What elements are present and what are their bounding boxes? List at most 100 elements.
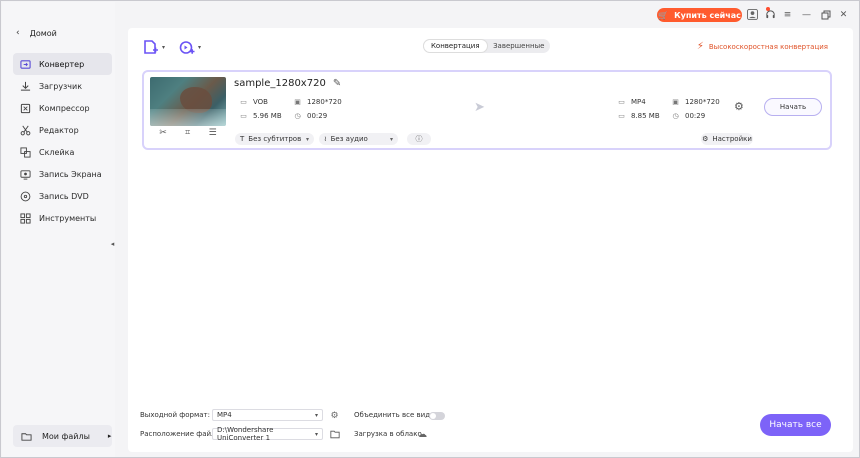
sidebar-item-screen-record[interactable]: Запись Экрана — [13, 163, 112, 185]
home-label: Домой — [29, 28, 57, 38]
target-format: ▭ MP4 — [617, 98, 646, 106]
sidebar-item-label: Редактор — [39, 125, 79, 135]
resolution-icon: ▣ — [672, 98, 679, 106]
settings-label: Настройки — [712, 135, 752, 143]
sidebar-item-editor[interactable]: Редактор — [13, 119, 112, 141]
minimize-icon[interactable]: — — [801, 9, 812, 20]
file-card[interactable]: ✂ ⌗ ☰ sample_1280x720 ✎ ▭ VOB ▣ 1280*720… — [142, 70, 832, 150]
add-media-button[interactable]: ▾ — [179, 40, 201, 55]
sidebar-item-compressor[interactable]: Компрессор — [13, 97, 112, 119]
sidebar: ‹ Домой Конвертер Загрузчик Компрессор Р… — [2, 2, 115, 457]
target-size-value: 8.85 MB — [631, 112, 660, 120]
output-settings-icon[interactable]: ⚙ — [734, 100, 748, 114]
sidebar-item-merge[interactable]: Склейка — [13, 141, 112, 163]
sidebar-item-converter[interactable]: Конвертер — [13, 53, 112, 75]
converter-icon — [20, 59, 31, 70]
sidebar-item-label: Конвертер — [39, 59, 85, 69]
downloader-icon — [20, 81, 31, 92]
source-duration-value: 00:29 — [307, 112, 328, 120]
buy-now-label: Купить сейчас — [674, 10, 741, 20]
source-size-value: 5.96 MB — [253, 112, 282, 120]
audio-dropdown[interactable]: ≀ Без аудио ▾ — [319, 133, 398, 145]
start-button[interactable]: Начать — [764, 98, 822, 116]
buy-now-button[interactable]: 🛒 Купить сейчас — [657, 8, 742, 22]
target-duration-value: 00:29 — [685, 112, 706, 120]
settings-button[interactable]: ⚙ Настройки — [701, 133, 753, 145]
target-resolution: ▣ 1280*720 — [671, 98, 720, 106]
target-duration: ◷ 00:29 — [671, 112, 705, 120]
thumbnail-surf — [150, 109, 226, 126]
account-icon[interactable] — [747, 9, 758, 20]
headset-icon[interactable] — [765, 9, 776, 20]
main-panel: ▾ ▾ Конвертация Завершенные ⚡ Высокоскор… — [128, 28, 853, 452]
source-format-value: VOB — [253, 98, 268, 106]
dvd-icon — [20, 191, 31, 202]
start-all-button[interactable]: Начать все — [760, 414, 831, 436]
file-name-text: sample_1280x720 — [234, 78, 326, 89]
chevron-left-icon: ‹ — [16, 28, 20, 38]
file-location-value: D:\Wondershare UniConverter 1 — [217, 426, 274, 442]
target-resolution-value: 1280*720 — [685, 98, 720, 106]
compressor-icon — [20, 103, 31, 114]
sidebar-item-label: Запись Экрана — [39, 169, 102, 179]
resolution-icon: ▣ — [294, 98, 301, 106]
conversion-tabs: Конвертация Завершенные — [423, 39, 550, 53]
sidebar-item-label: Загрузчик — [39, 81, 83, 91]
menu-icon[interactable]: ≡ — [782, 9, 793, 20]
fast-conversion-label: Высокоскоростная конвертация — [708, 42, 828, 51]
caret-down-icon: ▾ — [314, 430, 318, 438]
source-format: ▭ VOB — [239, 98, 268, 106]
tab-converting[interactable]: Конвертация — [423, 39, 488, 53]
tab-finished[interactable]: Завершенные — [488, 39, 551, 53]
caret-down-icon: ▾ — [162, 44, 166, 51]
source-duration: ◷ 00:29 — [293, 112, 327, 120]
subtitles-icon: T — [240, 135, 245, 143]
open-folder-icon[interactable] — [329, 429, 340, 440]
sidebar-item-label: Компрессор — [39, 103, 90, 113]
chevron-right-icon: ▸ — [107, 432, 112, 440]
sidebar-item-label: Склейка — [39, 147, 75, 157]
sidebar-item-dvd[interactable]: Запись DVD — [13, 185, 112, 207]
output-format-select[interactable]: MP4 ▾ — [212, 409, 323, 421]
source-resolution-value: 1280*720 — [307, 98, 342, 106]
sidebar-item-tools[interactable]: Инструменты — [13, 207, 112, 229]
source-resolution: ▣ 1280*720 — [293, 98, 342, 106]
close-icon[interactable]: ✕ — [838, 9, 849, 20]
video-file-icon: ▭ — [240, 98, 247, 106]
folder-icon: ▭ — [240, 112, 247, 120]
video-file-icon: ▭ — [618, 98, 625, 106]
editor-icon — [20, 125, 31, 136]
file-card-footer: T Без субтитров ▾ ≀ Без аудио ▾ ⓘ ⚙ Наст… — [144, 130, 830, 148]
restore-icon[interactable] — [820, 9, 831, 20]
edit-icon[interactable]: ✎ — [333, 78, 341, 89]
sidebar-item-downloader[interactable]: Загрузчик — [13, 75, 112, 97]
cloud-icon[interactable]: ☁ — [417, 429, 428, 440]
info-icon: ⓘ — [415, 135, 423, 143]
audio-label: Без аудио — [330, 135, 368, 143]
subtitles-dropdown[interactable]: T Без субтитров ▾ — [235, 133, 314, 145]
clock-icon: ◷ — [294, 112, 301, 120]
home-link[interactable]: ‹ Домой — [16, 28, 57, 38]
caret-down-icon: ▾ — [389, 135, 393, 143]
info-button[interactable]: ⓘ — [407, 133, 431, 145]
cart-icon: 🛒 — [658, 10, 669, 20]
source-size: ▭ 5.96 MB — [239, 112, 282, 120]
merge-toggle[interactable] — [429, 412, 445, 420]
cloud-upload-label: Загрузка в облако — [354, 430, 422, 438]
merge-icon — [20, 146, 31, 158]
add-file-icon — [144, 40, 158, 54]
format-settings-icon[interactable]: ⚙ — [329, 410, 340, 421]
add-file-button[interactable]: ▾ — [143, 40, 165, 55]
fast-conversion-toggle[interactable]: ⚡ Высокоскоростная конвертация — [697, 41, 828, 52]
audio-wave-icon: ≀ — [324, 135, 327, 143]
sidebar-item-label: Запись DVD — [39, 191, 89, 201]
sidebar-collapse-button[interactable]: ◂ — [108, 238, 117, 250]
add-media-icon — [179, 41, 195, 54]
caret-down-icon: ▾ — [198, 44, 202, 51]
merge-label: Объединить все видео — [354, 411, 439, 419]
file-location-select[interactable]: D:\Wondershare UniConverter 1 ▾ — [212, 426, 323, 442]
video-thumbnail[interactable] — [150, 77, 226, 126]
my-files-button[interactable]: Мои файлы ▸ — [13, 425, 112, 447]
lightning-icon: ⚡ — [696, 41, 704, 52]
convert-arrow-icon: ➤ — [474, 100, 485, 115]
